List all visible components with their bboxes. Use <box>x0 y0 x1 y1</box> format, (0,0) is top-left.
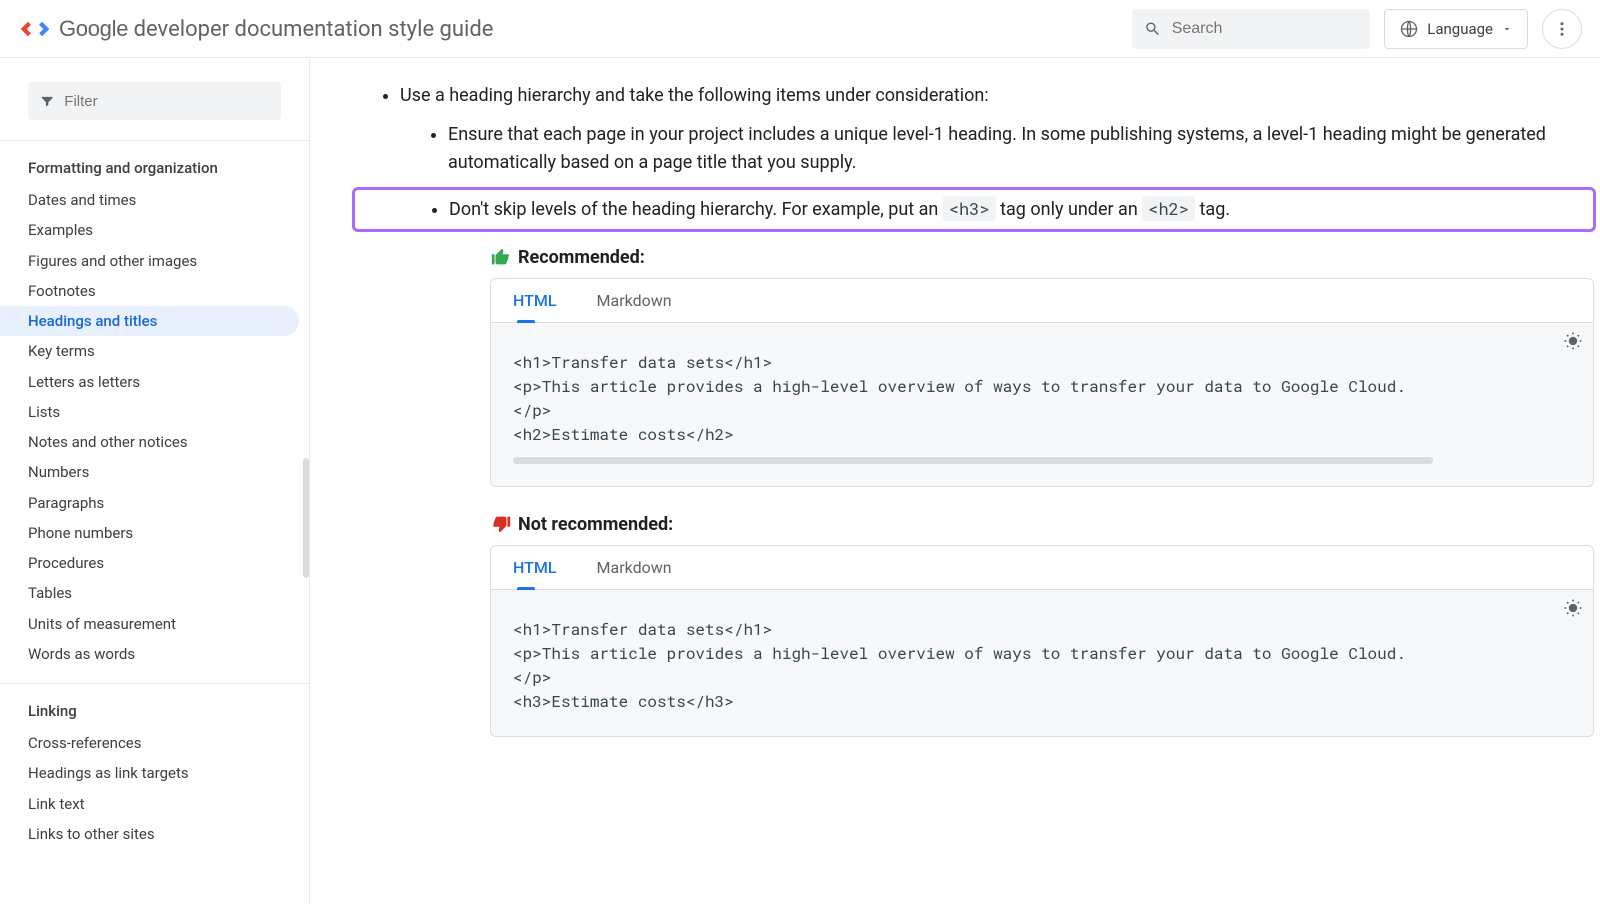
tab-html[interactable]: HTML <box>513 558 557 589</box>
main-content: Use a heading hierarchy and take the fol… <box>310 58 1600 904</box>
highlighted-guideline: Don't skip levels of the heading hierarc… <box>352 187 1596 233</box>
nav-item[interactable]: Phone numbers <box>0 518 309 548</box>
bullet-hierarchy: Use a heading hierarchy and take the fol… <box>400 82 1600 232</box>
nav-item[interactable]: Numbers <box>0 457 309 487</box>
more-menu-button[interactable] <box>1542 9 1582 49</box>
brightness-icon <box>1563 598 1583 618</box>
recommended-example: Recommended: HTML Markdown <h1>Transfer … <box>490 246 1594 487</box>
filter-box[interactable] <box>28 82 281 120</box>
nav-item[interactable]: Links to other sites <box>0 819 309 849</box>
sidebar-scrollbar[interactable] <box>303 458 309 578</box>
search-input[interactable] <box>1172 20 1359 38</box>
recommended-label: Recommended: <box>518 247 645 268</box>
code-tabs-recommended: HTML Markdown <h1>Transfer data sets</h1… <box>490 278 1594 487</box>
top-header: Google developer documentation style gui… <box>0 0 1600 58</box>
nav-item[interactable]: Letters as letters <box>0 367 309 397</box>
theme-toggle-button[interactable] <box>1563 598 1583 625</box>
search-icon <box>1144 19 1161 39</box>
nav-item[interactable]: Key terms <box>0 336 309 366</box>
nav-item[interactable]: Procedures <box>0 548 309 578</box>
code-block-not-recommended: <h1>Transfer data sets</h1> <p>This arti… <box>491 590 1593 736</box>
tab-markdown[interactable]: Markdown <box>597 291 672 322</box>
code-h2: <h2> <box>1142 196 1195 221</box>
kebab-icon <box>1553 20 1571 38</box>
code-h3: <h3> <box>943 196 996 221</box>
nav-item[interactable]: Link text <box>0 789 309 819</box>
thumb-up-icon <box>490 246 512 268</box>
globe-icon <box>1399 19 1419 39</box>
chevron-down-icon <box>1501 23 1513 35</box>
nav-item[interactable]: Lists <box>0 397 309 427</box>
nav-item[interactable]: Tables <box>0 578 309 608</box>
code-tabs-not-recommended: HTML Markdown <h1>Transfer data sets</h1… <box>490 545 1594 737</box>
nav-item[interactable]: Cross-references <box>0 728 309 758</box>
tab-markdown[interactable]: Markdown <box>597 558 672 589</box>
filter-input[interactable] <box>64 93 269 110</box>
google-dev-logo-icon <box>18 12 52 46</box>
nav-section-title: Linking <box>0 698 309 728</box>
not-recommended-example: Not recommended: HTML Markdown <h1>Trans… <box>490 513 1594 737</box>
not-recommended-label: Not recommended: <box>518 514 673 535</box>
tab-html[interactable]: HTML <box>513 291 557 322</box>
nav-item[interactable]: Headings and titles <box>0 306 299 336</box>
nav-section-title: Formatting and organization <box>0 155 309 185</box>
nav-item[interactable]: Units of measurement <box>0 609 309 639</box>
bullet-level1-note: Ensure that each page in your project in… <box>448 121 1600 177</box>
nav-item[interactable]: Examples <box>0 215 309 245</box>
nav-item[interactable]: Footnotes <box>0 276 309 306</box>
sidebar: Formatting and organizationDates and tim… <box>0 58 310 904</box>
bullet-dont-skip: Don't skip levels of the heading hierarc… <box>449 196 1583 224</box>
brightness-icon <box>1563 331 1583 351</box>
code-scrollbar[interactable] <box>513 457 1433 464</box>
language-label: Language <box>1427 20 1493 38</box>
search-box[interactable] <box>1132 9 1370 49</box>
product-title: Google developer documentation style gui… <box>59 16 493 42</box>
theme-toggle-button[interactable] <box>1563 331 1583 358</box>
language-button[interactable]: Language <box>1384 9 1528 49</box>
thumb-down-icon <box>490 513 512 535</box>
nav-item[interactable]: Headings as link targets <box>0 758 309 788</box>
nav-item[interactable]: Dates and times <box>0 185 309 215</box>
filter-icon <box>40 93 54 109</box>
nav-item[interactable]: Paragraphs <box>0 488 309 518</box>
nav-item[interactable]: Figures and other images <box>0 246 309 276</box>
nav-item[interactable]: Notes and other notices <box>0 427 309 457</box>
brand-block[interactable]: Google developer documentation style gui… <box>18 12 493 46</box>
nav-item[interactable]: Words as words <box>0 639 309 669</box>
code-block-recommended: <h1>Transfer data sets</h1> <p>This arti… <box>491 323 1593 486</box>
